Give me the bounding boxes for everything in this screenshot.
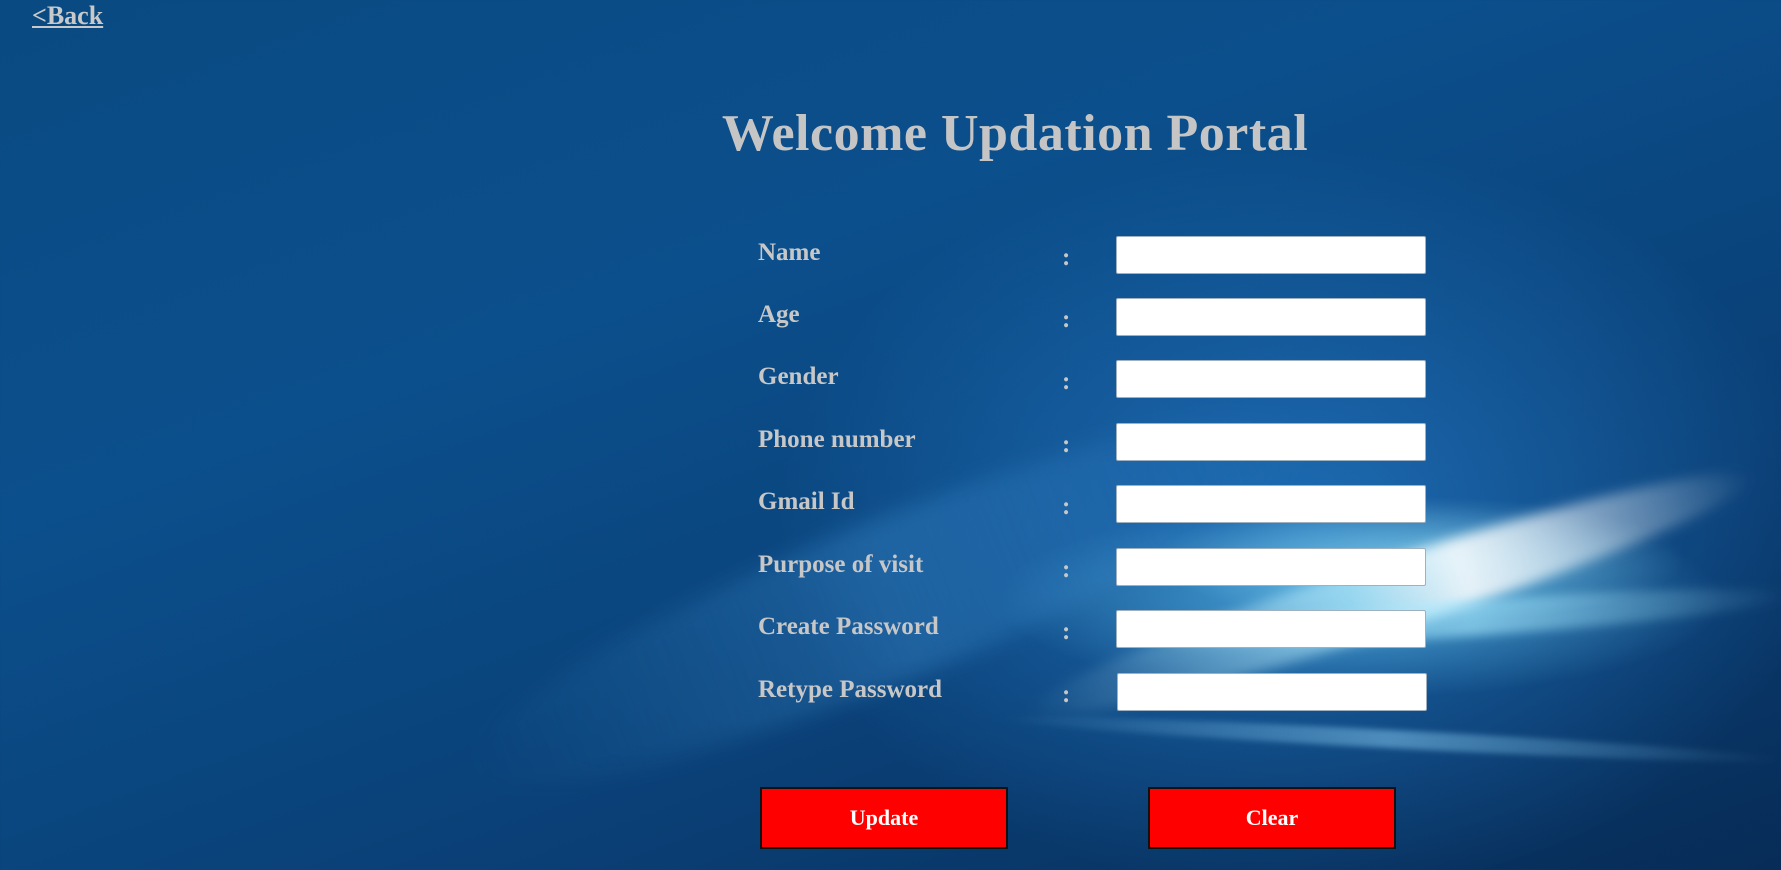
clear-button[interactable]: Clear (1148, 787, 1396, 849)
gender-input[interactable] (1116, 360, 1426, 398)
form-row-purpose: Purpose of visit : (758, 546, 1430, 586)
gmail-id-label: Gmail Id (758, 488, 855, 515)
form-row-retype-password: Retype Password : (758, 671, 1430, 711)
form-row-age: Age : (758, 296, 1430, 336)
create-password-input[interactable] (1116, 610, 1426, 648)
name-input[interactable] (1116, 236, 1426, 274)
purpose-of-visit-input[interactable] (1116, 548, 1426, 586)
update-button[interactable]: Update (760, 787, 1008, 849)
phone-number-label: Phone number (758, 426, 916, 453)
retype-password-input[interactable] (1117, 673, 1427, 711)
phone-number-input[interactable] (1116, 423, 1426, 461)
purpose-of-visit-label: Purpose of visit (758, 551, 924, 578)
field-separator: : (1062, 493, 1071, 520)
field-separator: : (1062, 431, 1071, 458)
field-separator: : (1062, 368, 1071, 395)
age-input[interactable] (1116, 298, 1426, 336)
field-separator: : (1062, 244, 1071, 271)
create-password-label: Create Password (758, 613, 939, 640)
form-row-name: Name : (758, 234, 1430, 274)
page-title: Welcome Updation Portal (721, 105, 1309, 162)
gender-label: Gender (758, 363, 839, 390)
retype-password-label: Retype Password (758, 676, 943, 703)
name-label: Name (758, 239, 821, 266)
back-link[interactable]: <Back (32, 1, 103, 31)
background-light-streak (1000, 709, 1780, 769)
form-row-gender: Gender : (758, 358, 1430, 398)
field-separator: : (1062, 618, 1071, 645)
form-row-gmail: Gmail Id : (758, 483, 1430, 523)
form-row-create-password: Create Password : (758, 608, 1430, 648)
form-row-phone: Phone number : (758, 421, 1430, 461)
field-separator: : (1062, 306, 1071, 333)
age-label: Age (758, 301, 800, 328)
field-separator: : (1062, 681, 1071, 708)
field-separator: : (1062, 556, 1071, 583)
gmail-id-input[interactable] (1116, 485, 1426, 523)
